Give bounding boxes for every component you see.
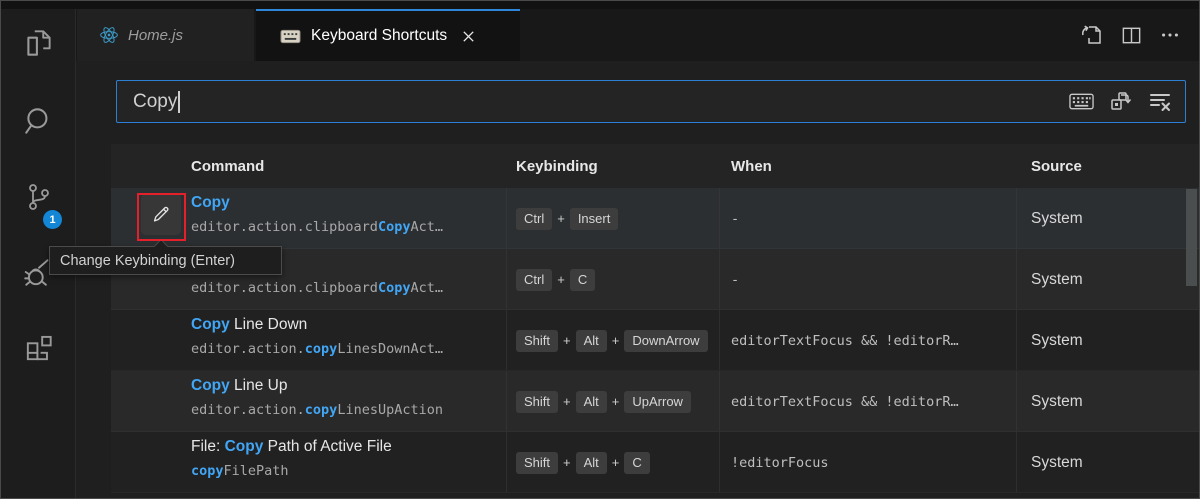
keybinding-cell: Shift+Alt+C xyxy=(506,432,719,493)
shortcuts-search-input[interactable]: Copy xyxy=(116,80,1186,123)
keyboard-shortcuts-editor: Copy xyxy=(76,61,1199,498)
tooltip-text: Change Keybinding (Enter) xyxy=(60,253,235,269)
header-keybinding: Keybinding xyxy=(516,144,598,188)
explorer-icon[interactable] xyxy=(1,17,76,69)
open-keybindings-json-icon[interactable] xyxy=(1080,23,1104,47)
vscode-window: Home.js Keyboard Shortcuts xyxy=(0,0,1200,499)
more-actions-icon[interactable] xyxy=(1159,24,1181,46)
keybinding-cell: Shift+Alt+UpArrow xyxy=(506,371,719,432)
keybinding-cell: Ctrl+C xyxy=(506,249,719,310)
extensions-icon[interactable] xyxy=(1,321,76,373)
tab-home-js[interactable]: Home.js xyxy=(77,9,254,61)
split-editor-icon[interactable] xyxy=(1120,24,1143,47)
tab-keyboard-shortcuts[interactable]: Keyboard Shortcuts xyxy=(256,9,520,61)
table-header: Command Keybinding When Source xyxy=(111,144,1200,188)
change-keybinding-button[interactable] xyxy=(141,193,181,235)
source-control-icon[interactable]: 1 xyxy=(1,171,76,223)
keybinding-cell: Ctrl+Insert xyxy=(506,188,719,249)
keybinding-cell: Shift+Alt+DownArrow xyxy=(506,310,719,371)
search-toolbar xyxy=(1069,81,1172,122)
table-row[interactable]: Copy Line Up editor.action.copyLinesUpAc… xyxy=(111,371,1200,432)
text-caret xyxy=(178,91,180,113)
search-icon[interactable] xyxy=(1,95,76,147)
table-row[interactable]: Copy editor.action.clipboardCopyAct… Ctr… xyxy=(111,188,1200,249)
keybindings-table: Command Keybinding When Source Copy edit… xyxy=(111,144,1200,493)
header-source: Source xyxy=(1031,144,1082,188)
close-icon[interactable] xyxy=(461,29,476,44)
tab-home-label: Home.js xyxy=(128,27,183,44)
table-row[interactable]: File: Copy Path of Active File copyFileP… xyxy=(111,432,1200,493)
tab-bar: Home.js Keyboard Shortcuts xyxy=(76,9,1199,61)
vertical-scrollbar[interactable] xyxy=(1186,189,1197,286)
search-value: Copy xyxy=(133,91,177,113)
editor-actions xyxy=(1080,9,1181,61)
window-top-strip xyxy=(1,1,1200,9)
change-keybinding-tooltip: Change Keybinding (Enter) xyxy=(49,246,282,275)
clear-search-icon[interactable] xyxy=(1148,90,1172,114)
tab-shortcuts-label: Keyboard Shortcuts xyxy=(311,27,447,45)
source-control-badge: 1 xyxy=(43,210,62,229)
react-icon xyxy=(99,25,119,45)
record-keys-icon[interactable] xyxy=(1069,93,1094,110)
sort-by-precedence-icon[interactable] xyxy=(1109,90,1133,114)
keyboard-tab-icon xyxy=(280,29,301,44)
header-command: Command xyxy=(191,144,264,188)
header-when: When xyxy=(731,144,772,188)
table-row[interactable]: Copy Line Down editor.action.copyLinesDo… xyxy=(111,310,1200,371)
